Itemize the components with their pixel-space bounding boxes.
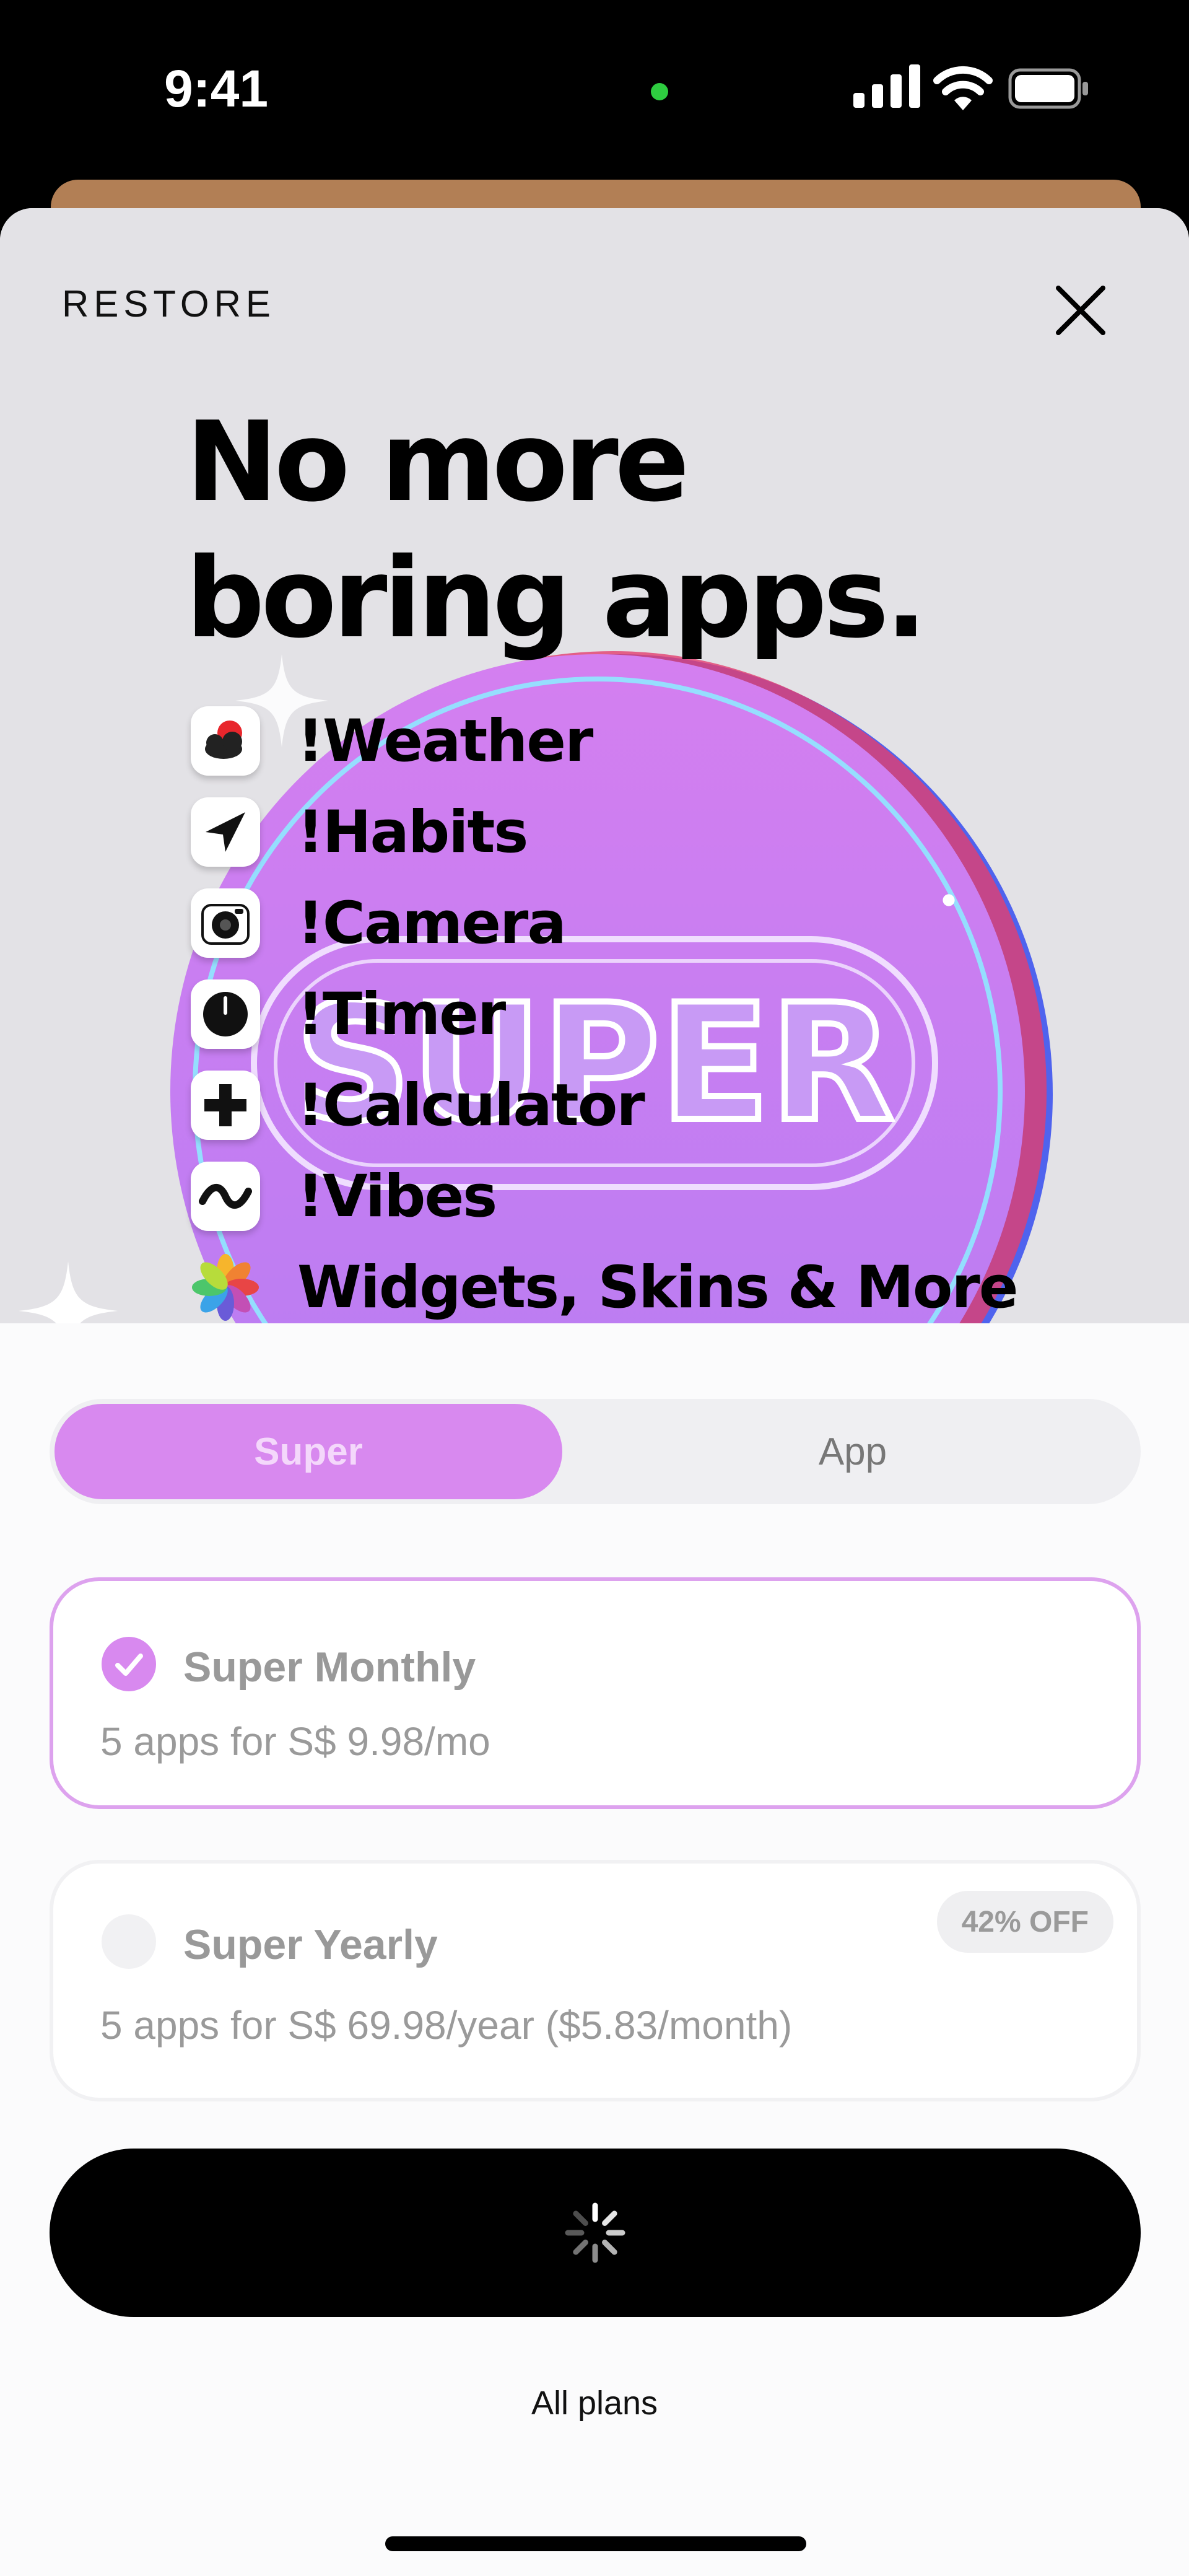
sparkle-icon [19,1261,118,1323]
restore-button[interactable]: RESTORE [62,283,276,325]
close-button[interactable] [1040,270,1121,351]
feature-item-timer: !Timer [191,977,506,1051]
feature-item-vibes: !Vibes [191,1159,497,1233]
paywall-sheet: SUPER RESTORE No more boring apps. !Weat… [0,208,1189,2576]
plan-description: 5 apps for S$ 69.98/year ($5.83/month) [100,2003,793,2048]
plan-title: Super Yearly [183,1921,438,1968]
habits-icon [191,797,260,867]
camera-icon [191,888,260,958]
widgets-icon [191,1253,260,1322]
feature-item-calculator: !Calculator [191,1068,645,1142]
close-icon [1056,286,1105,335]
plan-title: Super Monthly [183,1644,476,1691]
discount-badge: 42% OFF [936,1891,1113,1953]
calculator-icon [191,1071,260,1140]
feature-label: !Timer [297,980,506,1048]
tab-super[interactable]: Super [54,1404,562,1499]
tab-app[interactable]: App [570,1404,1136,1499]
wifi-icon [933,66,993,110]
subscribe-button[interactable] [50,2149,1141,2317]
sparkle-icon [943,894,955,906]
feature-item-habits: !Habits [191,795,528,869]
all-plans-link[interactable]: All plans [0,2384,1189,2422]
timer-icon [191,979,260,1049]
status-bar: 9:41 [0,0,1189,180]
headline: No more boring apps. [186,394,927,667]
status-time: 9:41 [164,59,269,118]
camera-indicator-dot [651,83,668,100]
feature-label: !Camera [297,889,567,957]
loading-spinner-icon [565,2202,625,2263]
radio-checked-icon [102,1637,156,1691]
cellular-signal-icon [853,64,920,108]
feature-item-weather: !Weather [191,704,593,778]
plan-description: 5 apps for S$ 9.98/mo [100,1719,490,1764]
feature-item-widgets: Widgets, Skins & More [191,1250,1019,1323]
feature-label: !Calculator [297,1071,645,1139]
radio-unchecked-icon [102,1914,156,1969]
feature-label: !Vibes [297,1162,497,1230]
feature-label: Widgets, Skins & More [297,1253,1019,1321]
weather-icon [191,706,260,776]
plan-option-monthly[interactable]: Super Monthly 5 apps for S$ 9.98/mo [50,1577,1141,1809]
hero-section: SUPER RESTORE No more boring apps. !Weat… [0,208,1189,1323]
feature-label: !Weather [297,707,593,775]
battery-icon [1008,68,1088,109]
headline-line-2: boring apps. [186,534,927,662]
plan-option-yearly[interactable]: Super Yearly 42% OFF 5 apps for S$ 69.98… [50,1860,1141,2101]
feature-item-camera: !Camera [191,886,567,960]
feature-label: !Habits [297,798,528,866]
home-indicator [385,2536,806,2551]
headline-line-1: No more [186,398,690,526]
vibes-icon [191,1162,260,1231]
plan-type-toggle: Super App [50,1399,1141,1504]
